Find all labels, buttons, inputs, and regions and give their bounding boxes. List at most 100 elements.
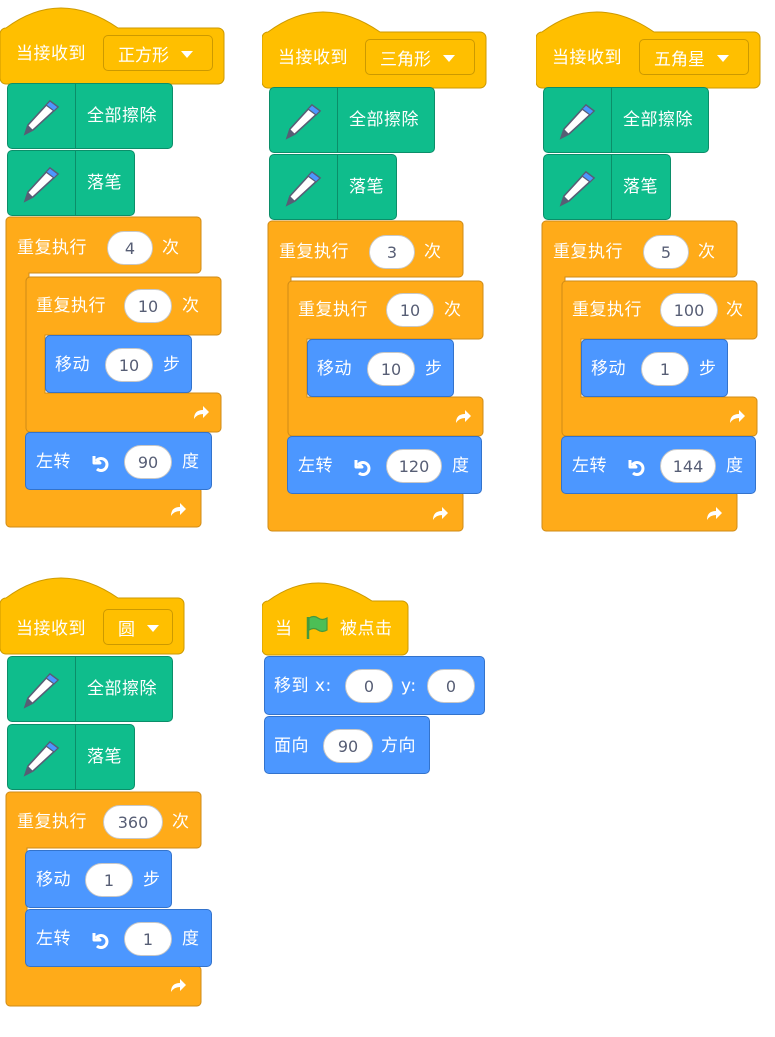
goto-y-input[interactable]: 0 <box>427 669 475 703</box>
pen-clear-label: 全部擦除 <box>623 110 693 130</box>
script-flag-clicked[interactable]: 当 被点击 移到 x: 0 y: 0 面向 90 方向 <box>262 575 492 785</box>
goto-x-input[interactable]: 0 <box>345 669 393 703</box>
outer-repeat-count[interactable]: 3 <box>369 235 415 269</box>
green-flag-icon <box>306 615 328 639</box>
turn-degrees-input[interactable]: 90 <box>124 445 172 479</box>
script-star[interactable]: 当接收到 五角星 全部擦除 落笔 重复执行 5 次 重复执行 100 次 移动 … <box>536 4 771 544</box>
move-label: 移动 <box>36 870 71 890</box>
inner-repeat-suffix: 次 <box>726 300 744 320</box>
pen-icon <box>23 740 60 777</box>
move-block[interactable]: 移动 1 步 <box>25 850 172 908</box>
turn-label: 左转 <box>572 456 607 476</box>
loop-arrow-icon <box>171 979 186 992</box>
script-triangle[interactable]: 当接收到 三角形 全部擦除 落笔 重复执行 3 次 重复执行 10 次 移动 1… <box>262 4 492 544</box>
move-steps-input[interactable]: 1 <box>641 352 689 386</box>
pen-clear-block[interactable]: 全部擦除 <box>7 656 173 722</box>
rotate-left-icon <box>354 460 371 476</box>
pen-icon-section <box>270 155 338 219</box>
message-dropdown[interactable]: 圆 <box>103 609 173 645</box>
outer-repeat-count[interactable]: 4 <box>107 231 153 265</box>
message-dropdown[interactable]: 三角形 <box>365 39 475 75</box>
pen-down-label: 落笔 <box>349 177 384 197</box>
turn-suffix: 度 <box>182 452 200 472</box>
hat-block-shape <box>262 582 409 656</box>
message-value: 三角形 <box>380 49 431 70</box>
turn-label: 左转 <box>298 456 333 476</box>
move-suffix: 步 <box>143 870 161 890</box>
inner-repeat-suffix: 次 <box>444 300 462 320</box>
pen-down-block[interactable]: 落笔 <box>543 154 671 220</box>
inner-repeat-count[interactable]: 10 <box>386 293 434 327</box>
move-block[interactable]: 移动 10 步 <box>307 339 454 397</box>
pen-down-label: 落笔 <box>87 747 122 767</box>
move-block[interactable]: 移动 1 步 <box>581 339 728 397</box>
message-dropdown[interactable]: 正方形 <box>103 35 213 71</box>
move-steps-input[interactable]: 10 <box>105 348 153 382</box>
message-dropdown[interactable]: 五角星 <box>639 39 749 75</box>
inner-repeat-count[interactable]: 10 <box>124 289 172 323</box>
pen-icon <box>559 170 596 207</box>
turn-left-block[interactable]: 左转 90 度 <box>25 432 212 490</box>
point-label: 面向 <box>274 736 309 756</box>
script-circle[interactable]: 当接收到 圆 全部擦除 落笔 重复执行 360 次 移动 1 步 左转 1 度 <box>0 570 230 1020</box>
pen-icon-section <box>8 657 76 721</box>
pen-down-block[interactable]: 落笔 <box>7 150 135 216</box>
move-block[interactable]: 移动 10 步 <box>45 335 192 393</box>
outer-repeat-count[interactable]: 5 <box>643 235 689 269</box>
inner-repeat-label: 重复执行 <box>298 300 368 320</box>
pen-down-block[interactable]: 落笔 <box>7 724 135 790</box>
turn-degrees-input[interactable]: 144 <box>660 449 716 483</box>
turn-suffix: 度 <box>182 929 200 949</box>
pen-icon <box>23 672 60 709</box>
move-suffix: 步 <box>425 359 443 379</box>
inner-repeat-count[interactable]: 100 <box>660 293 718 327</box>
loop-arrow-icon <box>433 507 448 520</box>
outer-repeat-suffix: 次 <box>698 242 716 262</box>
turn-label: 左转 <box>36 929 71 949</box>
dropdown-arrow-icon <box>181 50 193 58</box>
pen-clear-block[interactable]: 全部擦除 <box>269 87 435 153</box>
pen-down-label: 落笔 <box>623 177 658 197</box>
outer-repeat-suffix: 次 <box>172 812 190 832</box>
point-direction-input[interactable]: 90 <box>323 729 373 763</box>
pen-icon-section <box>8 151 76 215</box>
message-value: 圆 <box>118 619 135 640</box>
pen-down-block[interactable]: 落笔 <box>269 154 397 220</box>
turn-degrees-input[interactable]: 120 <box>386 449 442 483</box>
point-direction-block[interactable]: 面向 90 方向 <box>264 716 430 774</box>
outer-repeat-suffix: 次 <box>424 242 442 262</box>
pen-icon-section <box>544 155 612 219</box>
outer-repeat-count[interactable]: 360 <box>103 805 163 839</box>
rotate-left-icon <box>92 456 109 472</box>
pen-icon <box>285 103 322 140</box>
pen-clear-block[interactable]: 全部擦除 <box>7 83 173 149</box>
outer-repeat-label: 重复执行 <box>17 812 87 832</box>
turn-label: 左转 <box>36 452 71 472</box>
loop-arrow-icon <box>171 503 186 516</box>
outer-repeat-label: 重复执行 <box>279 242 349 262</box>
move-steps-input[interactable]: 10 <box>367 352 415 386</box>
move-steps-input[interactable]: 1 <box>85 863 133 897</box>
hat-label: 当接收到 <box>16 44 86 64</box>
script-square[interactable]: 当接收到 正方形 全部擦除 落笔 重复执行 4 次 重复执行 10 次 移动 1… <box>0 0 230 540</box>
loop-arrow-icon <box>707 507 722 520</box>
inner-repeat-label: 重复执行 <box>572 300 642 320</box>
inner-repeat-label: 重复执行 <box>36 296 106 316</box>
move-suffix: 步 <box>163 355 181 375</box>
turn-degrees-input[interactable]: 1 <box>124 922 172 956</box>
pen-down-label: 落笔 <box>87 173 122 193</box>
loop-arrow-icon <box>456 410 471 423</box>
turn-left-block[interactable]: 左转 144 度 <box>561 436 756 494</box>
pen-icon-section <box>8 725 76 789</box>
pen-clear-block[interactable]: 全部擦除 <box>543 87 709 153</box>
move-label: 移动 <box>317 359 352 379</box>
turn-left-block[interactable]: 左转 1 度 <box>25 909 212 967</box>
goto-xy-block[interactable]: 移到 x: 0 y: 0 <box>264 656 485 715</box>
pen-icon <box>559 103 596 140</box>
rotate-left-icon <box>628 460 645 476</box>
move-label: 移动 <box>591 359 626 379</box>
turn-suffix: 度 <box>452 456 470 476</box>
loop-arrow-icon <box>194 406 209 419</box>
dropdown-arrow-icon <box>443 54 455 62</box>
turn-left-block[interactable]: 左转 120 度 <box>287 436 482 494</box>
